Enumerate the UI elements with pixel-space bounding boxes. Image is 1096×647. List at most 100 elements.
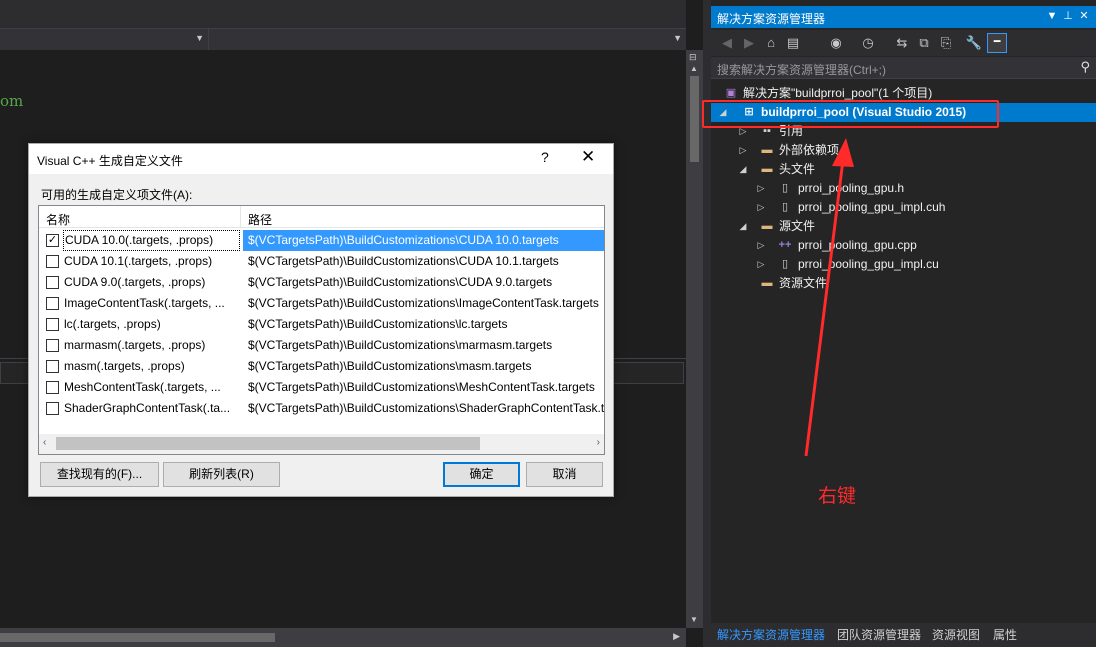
- column-header-path[interactable]: 路径: [248, 211, 272, 228]
- scrollbar-thumb[interactable]: [56, 437, 480, 450]
- tree-item-source-file[interactable]: ▷ ++ prroi_pooling_gpu.cpp: [711, 236, 1096, 255]
- vs-window: ▼ ▼ om ⊟ ▲ ▼ ▶ 解决方案资源管理器 ▼ ⊥ ✕ ◀ ▶ ⌂ ▤ ◉ ◷…: [0, 0, 1096, 647]
- member-dropdown[interactable]: ▼: [210, 29, 686, 50]
- search-icon[interactable]: ⚲: [1080, 59, 1090, 75]
- panel-title: 解决方案资源管理器: [717, 12, 826, 26]
- folder-icon: ▬: [761, 144, 773, 156]
- tree-item-source-file[interactable]: ▷ ▯ prroi_pooling_gpu_impl.cu: [711, 255, 1096, 274]
- column-header-name[interactable]: 名称: [46, 211, 70, 228]
- tree-item-resource-folder[interactable]: ▬ 资源文件: [711, 274, 1096, 293]
- cpp-file-icon: ++: [778, 239, 792, 251]
- customizations-list[interactable]: 名称 路径 ✓ CUDA 10.0(.targets, .props) $(VC…: [38, 205, 605, 455]
- tree-item-header-file[interactable]: ▷ ▯ prroi_pooling_gpu_impl.cuh: [711, 198, 1096, 217]
- folder-icon: ▬: [761, 163, 773, 175]
- checkbox[interactable]: [46, 339, 59, 352]
- scroll-down-icon[interactable]: ▼: [690, 615, 698, 624]
- pin-icon[interactable]: ⊥: [1060, 9, 1076, 22]
- code-text-fragment: om: [0, 92, 24, 110]
- find-existing-button[interactable]: 查找现有的(F)...: [40, 462, 159, 487]
- list-item[interactable]: CUDA 10.1(.targets, .props) $(VCTargetsP…: [39, 251, 604, 272]
- pending-changes-icon[interactable]: ◷: [858, 34, 878, 52]
- checkbox[interactable]: [46, 360, 59, 373]
- collapse-icon[interactable]: ▷: [755, 198, 767, 217]
- checkbox[interactable]: [46, 318, 59, 331]
- search-input[interactable]: 搜索解决方案资源管理器(Ctrl+;) ⚲: [711, 57, 1096, 79]
- forward-icon[interactable]: ▶: [739, 34, 759, 52]
- tree-item-header-file[interactable]: ▷ ▯ prroi_pooling_gpu.h: [711, 179, 1096, 198]
- refresh-list-button[interactable]: 刷新列表(R): [163, 462, 280, 487]
- split-handle-icon[interactable]: ⊟: [689, 52, 700, 62]
- scrollbar-thumb[interactable]: [690, 76, 699, 162]
- window-position-icon[interactable]: ▼: [1044, 10, 1060, 22]
- checkbox[interactable]: [46, 276, 59, 289]
- list-item[interactable]: CUDA 9.0(.targets, .props) $(VCTargetsPa…: [39, 272, 604, 293]
- dialog-title-bar: Visual C++ 生成自定义文件 ? ✕: [29, 144, 613, 174]
- collapse-icon[interactable]: ▷: [737, 141, 749, 160]
- tree-item-external-deps[interactable]: ▷ ▬ 外部依赖项: [711, 141, 1096, 160]
- scroll-up-icon[interactable]: ▲: [690, 64, 698, 73]
- scope-dropdown[interactable]: ▼: [0, 29, 209, 50]
- properties-icon[interactable]: 🔧: [964, 34, 984, 52]
- collapse-icon[interactable]: ▷: [755, 255, 767, 274]
- panel-title-bar: 解决方案资源管理器 ▼ ⊥ ✕: [711, 6, 1096, 28]
- list-horizontal-scrollbar[interactable]: ‹ ›: [39, 434, 604, 454]
- folder-icon: ▬: [761, 220, 773, 232]
- sync-icon[interactable]: ⇆: [892, 34, 912, 52]
- highlight-box: [702, 100, 999, 128]
- navigation-bar: ▼ ▼: [0, 28, 686, 50]
- list-item[interactable]: masm(.targets, .props) $(VCTargetsPath)\…: [39, 356, 604, 377]
- editor-tab-strip: [0, 0, 686, 28]
- editor-horizontal-scrollbar[interactable]: ▶: [0, 628, 686, 647]
- list-item[interactable]: ImageContentTask(.targets, ... $(VCTarge…: [39, 293, 604, 314]
- back-icon[interactable]: ◀: [717, 34, 737, 52]
- pin-icon[interactable]: ━: [987, 33, 1007, 53]
- expand-icon[interactable]: ◢: [737, 160, 749, 179]
- preview-icon[interactable]: ◉: [826, 34, 846, 52]
- file-icon: ▯: [781, 201, 789, 213]
- tab-resource-view[interactable]: 资源视图: [932, 626, 980, 643]
- switch-views-icon[interactable]: ▤: [783, 34, 803, 52]
- checkbox[interactable]: [46, 255, 59, 268]
- collapse-all-icon[interactable]: ⧉: [914, 34, 934, 52]
- collapse-icon[interactable]: ▷: [755, 179, 767, 198]
- tab-properties[interactable]: 属性: [993, 626, 1017, 643]
- expand-icon[interactable]: ◢: [737, 217, 749, 236]
- chevron-down-icon: ▼: [673, 33, 682, 43]
- list-header: 名称 路径: [39, 206, 604, 228]
- editor-vertical-scrollbar[interactable]: ⊟ ▲ ▼: [686, 50, 703, 628]
- show-all-files-icon[interactable]: ⎘: [936, 34, 956, 52]
- search-placeholder: 搜索解决方案资源管理器(Ctrl+;): [717, 63, 886, 77]
- bottom-tab-strip: 解决方案资源管理器 团队资源管理器 资源视图 属性: [711, 623, 1096, 647]
- column-divider[interactable]: [240, 206, 241, 227]
- list-item[interactable]: MeshContentTask(.targets, ... $(VCTarget…: [39, 377, 604, 398]
- list-caption: 可用的生成自定义项文件(A):: [41, 188, 193, 202]
- tree-item-header-folder[interactable]: ◢ ▬ 头文件: [711, 160, 1096, 179]
- ok-button[interactable]: 确定: [443, 462, 520, 487]
- scroll-left-icon[interactable]: ‹: [43, 437, 46, 448]
- close-icon[interactable]: ✕: [581, 147, 595, 167]
- chevron-down-icon: ▼: [195, 33, 204, 43]
- scrollbar-thumb[interactable]: [0, 633, 275, 642]
- list-item[interactable]: marmasm(.targets, .props) $(VCTargetsPat…: [39, 335, 604, 356]
- checkbox[interactable]: [46, 402, 59, 415]
- checkbox[interactable]: [46, 381, 59, 394]
- checkbox[interactable]: ✓: [46, 234, 59, 247]
- help-icon[interactable]: ?: [541, 149, 549, 165]
- close-icon[interactable]: ✕: [1076, 9, 1092, 22]
- tab-solution-explorer[interactable]: 解决方案资源管理器: [717, 626, 825, 643]
- folder-icon: ▬: [761, 277, 773, 289]
- splitter[interactable]: [703, 0, 711, 647]
- scroll-right-icon[interactable]: ›: [597, 437, 600, 448]
- tree-item-source-folder[interactable]: ◢ ▬ 源文件: [711, 217, 1096, 236]
- list-item[interactable]: lc(.targets, .props) $(VCTargetsPath)\Bu…: [39, 314, 604, 335]
- collapse-icon[interactable]: ▷: [755, 236, 767, 255]
- scroll-right-icon[interactable]: ▶: [673, 631, 680, 642]
- list-item[interactable]: ShaderGraphContentTask(.ta... $(VCTarget…: [39, 398, 604, 419]
- dialog-title: Visual C++ 生成自定义文件: [37, 154, 183, 168]
- tab-team-explorer[interactable]: 团队资源管理器: [837, 626, 921, 643]
- cancel-button[interactable]: 取消: [526, 462, 603, 487]
- build-customizations-dialog: Visual C++ 生成自定义文件 ? ✕ 可用的生成自定义项文件(A): 名…: [28, 143, 614, 497]
- home-icon[interactable]: ⌂: [761, 34, 781, 52]
- checkbox[interactable]: [46, 297, 59, 310]
- list-item[interactable]: ✓ CUDA 10.0(.targets, .props) $(VCTarget…: [39, 230, 604, 251]
